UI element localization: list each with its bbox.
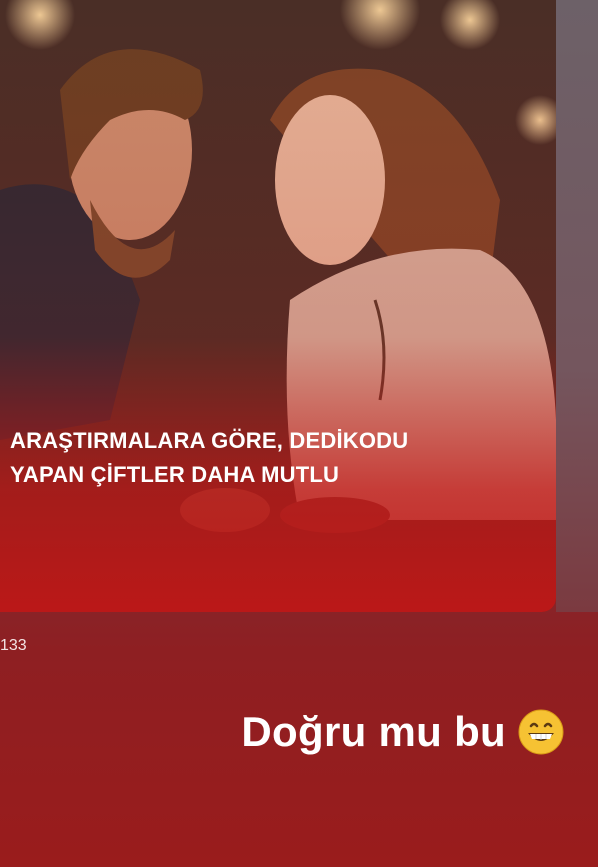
caption-text: Doğru mu bu — [241, 708, 506, 755]
couple-photo — [0, 0, 556, 612]
shared-post-card[interactable]: ARAŞTIRMALARA GÖRE, DEDİKODU YAPAN ÇİFTL… — [0, 0, 556, 612]
headline-line-1: ARAŞTIRMALARA GÖRE, DEDİKODU — [10, 428, 409, 453]
headline-line-2: YAPAN ÇİFTLER DAHA MUTLU — [10, 462, 340, 487]
post-headline: ARAŞTIRMALARA GÖRE, DEDİKODU YAPAN ÇİFTL… — [10, 424, 530, 492]
story-caption: Doğru mu bu — [241, 708, 564, 756]
background-strip — [556, 0, 598, 612]
grinning-face-icon — [518, 709, 564, 755]
post-counter: 133 — [0, 637, 27, 654]
